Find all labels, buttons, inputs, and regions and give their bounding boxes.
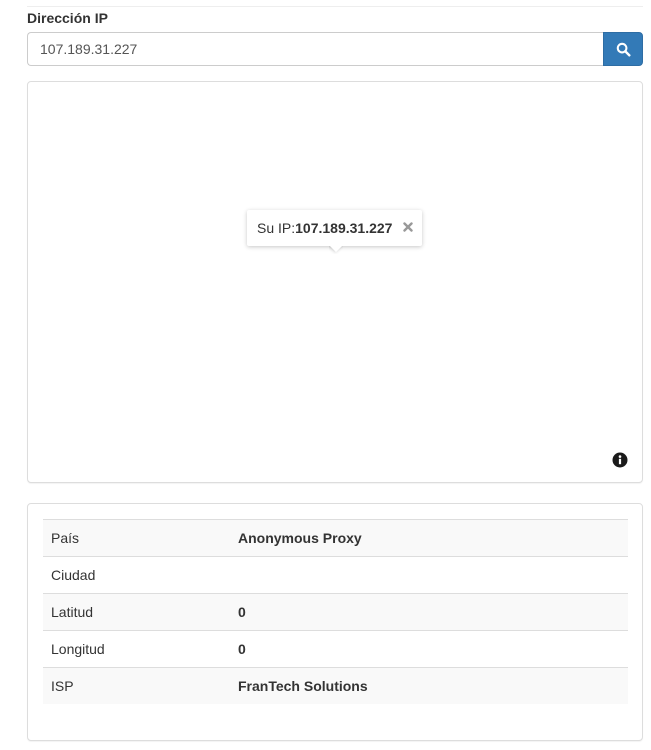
- ip-address-input[interactable]: [27, 32, 603, 66]
- ip-popup: Su IP: 107.189.31.227: [247, 210, 423, 246]
- row-value-country: Anonymous Proxy: [230, 519, 628, 557]
- popup-tail: [329, 246, 343, 254]
- top-divider: [27, 6, 643, 7]
- ip-details-panel: País Anonymous Proxy Ciudad Latitud 0 Lo…: [27, 503, 643, 741]
- table-row: País Anonymous Proxy: [43, 519, 628, 557]
- row-value-isp: FranTech Solutions: [230, 667, 628, 704]
- popup-close-button[interactable]: [400, 218, 416, 236]
- ip-address-label: Dirección IP: [27, 10, 108, 26]
- map-panel[interactable]: Su IP: 107.189.31.227: [27, 81, 643, 483]
- row-key-country: País: [43, 519, 230, 557]
- row-value-latitude: 0: [230, 593, 628, 631]
- ip-search-group: [27, 32, 643, 66]
- ip-details-table: País Anonymous Proxy Ciudad Latitud 0 Lo…: [43, 519, 628, 704]
- row-key-latitude: Latitud: [43, 593, 230, 631]
- popup-ip-value: 107.189.31.227: [295, 220, 393, 236]
- table-row: Ciudad: [43, 556, 628, 594]
- popup-prefix: Su IP:: [257, 220, 296, 236]
- close-icon: [403, 222, 414, 232]
- row-value-longitude: 0: [230, 630, 628, 668]
- search-icon: [616, 42, 631, 57]
- row-value-city: [230, 556, 628, 594]
- row-key-isp: ISP: [43, 667, 230, 704]
- table-row: ISP FranTech Solutions: [43, 667, 628, 704]
- row-key-longitude: Longitud: [43, 630, 230, 668]
- table-row: Longitud 0: [43, 630, 628, 668]
- search-button[interactable]: [603, 32, 643, 66]
- row-key-city: Ciudad: [43, 556, 230, 594]
- table-row: Latitud 0: [43, 593, 628, 631]
- info-icon[interactable]: [612, 452, 628, 468]
